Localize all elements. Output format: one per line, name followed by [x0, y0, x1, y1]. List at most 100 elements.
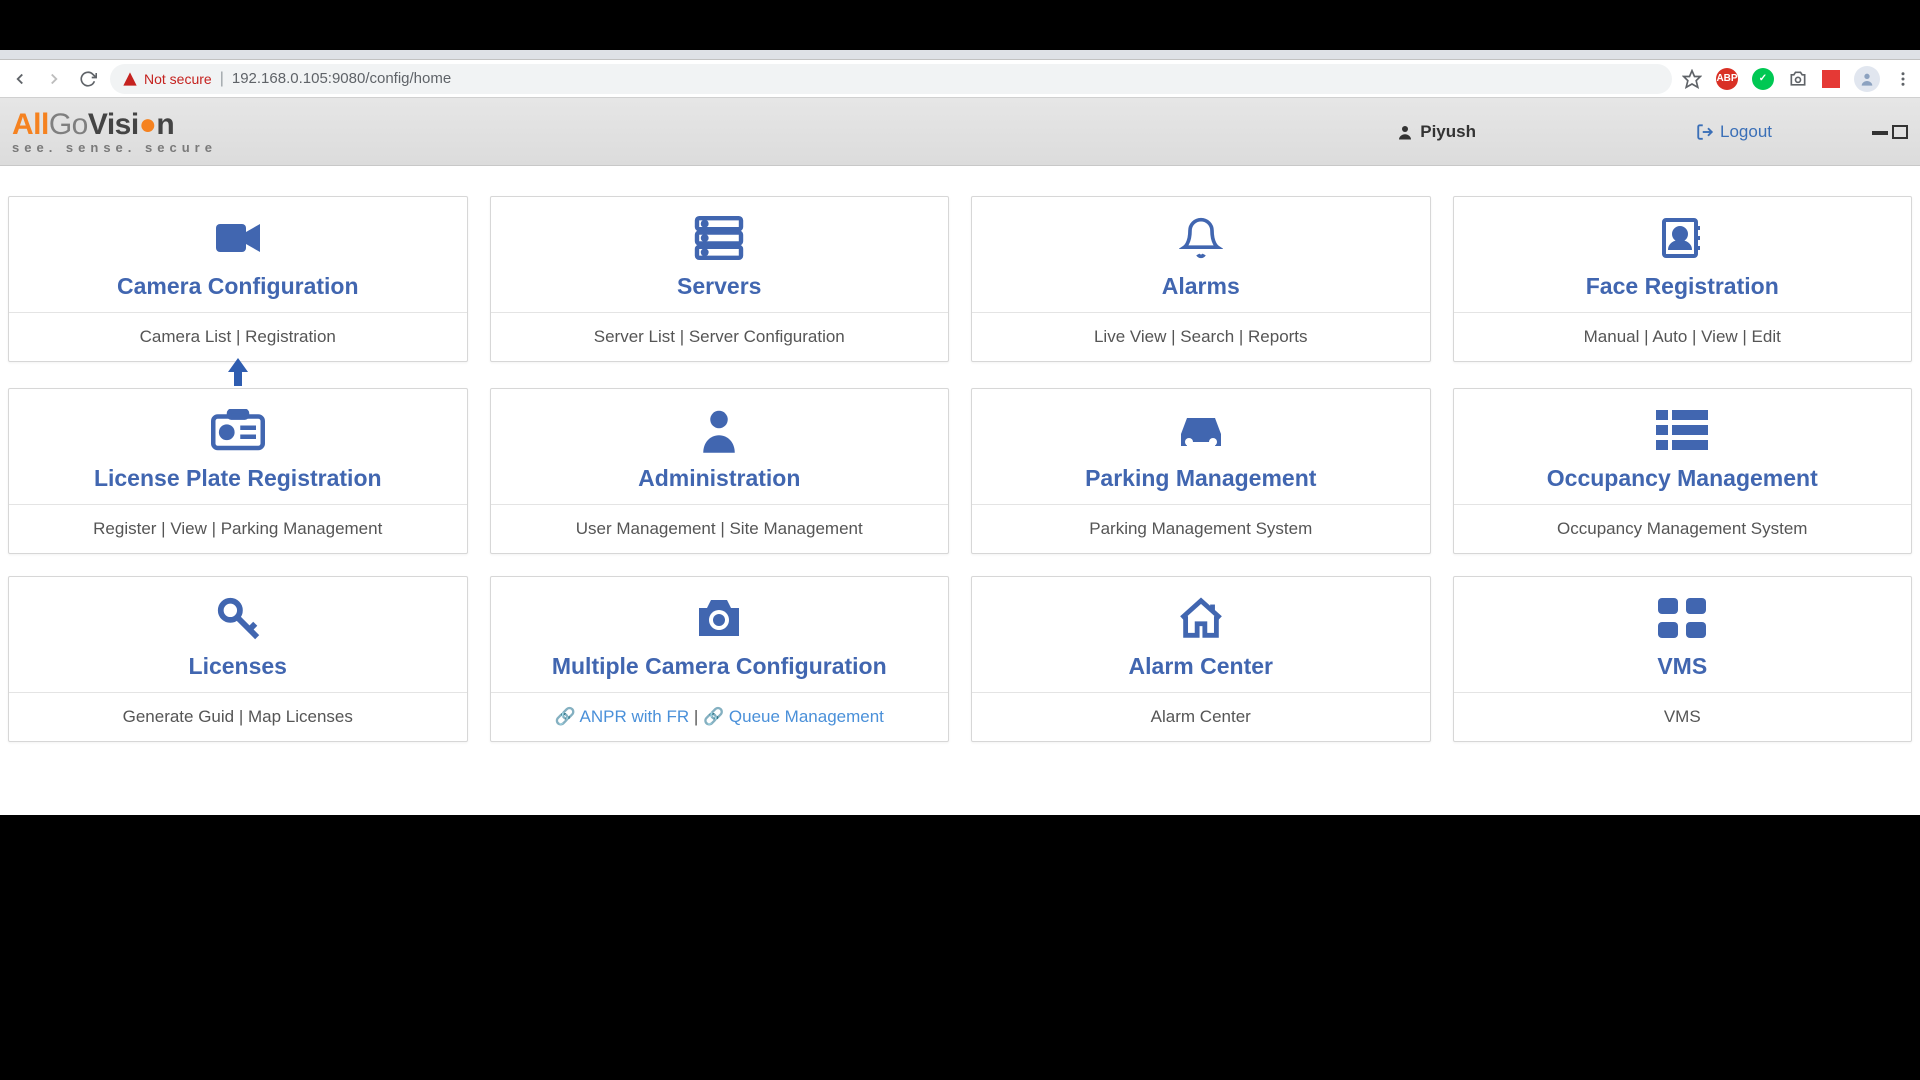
card-subtitle: 🔗 ANPR with FR | 🔗 Queue Management — [491, 693, 949, 741]
extension-camera-icon[interactable] — [1788, 69, 1808, 89]
star-icon[interactable] — [1682, 69, 1702, 89]
card-subtitle: Live View | Search | Reports — [972, 313, 1430, 361]
card-subtitle: Manual | Auto | View | Edit — [1454, 313, 1912, 361]
card-top[interactable]: VMS — [1454, 577, 1912, 693]
not-secure-label: Not secure — [144, 71, 212, 87]
security-indicator: Not secure — [122, 71, 212, 87]
id-card-icon — [211, 405, 265, 455]
card-subtitle: Alarm Center — [972, 693, 1430, 741]
card-multiple-camera-configuration[interactable]: Multiple Camera Configuration 🔗 ANPR wit… — [490, 576, 950, 742]
letterbox-bottom — [0, 815, 1920, 1080]
card-subtitle: Server List | Server Configuration — [491, 313, 949, 361]
card-alarm-center[interactable]: Alarm Center Alarm Center — [971, 576, 1431, 742]
extension-abp-icon[interactable]: ABP — [1716, 68, 1738, 90]
card-title: Servers — [677, 273, 761, 300]
card-top[interactable]: Alarms — [972, 197, 1430, 313]
link-icon: 🔗 — [703, 707, 724, 726]
card-face-registration[interactable]: Face Registration Manual | Auto | View |… — [1453, 196, 1913, 362]
logo[interactable]: AllGoVisi●n see. sense. secure — [12, 108, 217, 155]
card-alarms[interactable]: Alarms Live View | Search | Reports — [971, 196, 1431, 362]
back-button[interactable] — [8, 67, 32, 91]
card-subtitle: Register | View | Parking Management — [9, 505, 467, 553]
url-text: 192.168.0.105:9080/config/home — [232, 70, 451, 87]
camera-icon — [692, 593, 746, 643]
maximize-button[interactable] — [1892, 125, 1908, 139]
server-icon — [692, 213, 746, 263]
arrow-up-icon — [226, 358, 250, 386]
logo-main: AllGoVisi●n — [12, 108, 217, 142]
main-content: Camera Configuration Camera List | Regis… — [0, 166, 1920, 742]
card-title: License Plate Registration — [94, 465, 382, 492]
dashboard-grid: Camera Configuration Camera List | Regis… — [8, 196, 1912, 742]
extension-red-icon[interactable] — [1822, 70, 1840, 88]
list-icon — [1656, 405, 1708, 455]
card-camera-configuration[interactable]: Camera Configuration Camera List | Regis… — [8, 196, 468, 362]
card-title: Face Registration — [1586, 273, 1779, 300]
card-top[interactable]: Servers — [491, 197, 949, 313]
logout-icon — [1696, 123, 1714, 141]
user-icon — [1396, 123, 1414, 141]
card-subtitle: Generate Guid | Map Licenses — [9, 693, 467, 741]
card-licenses[interactable]: Licenses Generate Guid | Map Licenses — [8, 576, 468, 742]
logo-tagline: see. sense. secure — [12, 140, 217, 155]
window-controls — [1872, 125, 1908, 139]
key-icon — [215, 593, 261, 643]
user-name: Piyush — [1420, 122, 1476, 142]
contact-card-icon — [1658, 213, 1706, 263]
card-title: Parking Management — [1085, 465, 1316, 492]
link-queue[interactable]: Queue Management — [729, 707, 884, 726]
card-title: VMS — [1657, 653, 1707, 680]
logout-label: Logout — [1720, 122, 1772, 142]
card-top[interactable]: License Plate Registration — [9, 389, 467, 505]
card-title: Administration — [638, 465, 800, 492]
user-indicator[interactable]: Piyush — [1396, 122, 1476, 142]
card-top[interactable]: Multiple Camera Configuration — [491, 577, 949, 693]
card-subtitle: VMS — [1454, 693, 1912, 741]
app-header: AllGoVisi●n see. sense. secure Piyush Lo… — [0, 98, 1920, 166]
bell-icon — [1179, 213, 1223, 263]
card-title: Licenses — [189, 653, 287, 680]
grid-icon — [1658, 593, 1706, 643]
browser-menu-icon[interactable] — [1894, 70, 1912, 88]
card-license-plate-registration[interactable]: License Plate Registration Register | Vi… — [8, 388, 468, 554]
card-title: Alarms — [1162, 273, 1240, 300]
forward-button[interactable] — [42, 67, 66, 91]
browser-tab-strip — [0, 50, 1920, 60]
card-parking-management[interactable]: Parking Management Parking Management Sy… — [971, 388, 1431, 554]
card-title: Camera Configuration — [117, 273, 359, 300]
home-icon — [1176, 593, 1226, 643]
card-top[interactable]: Camera Configuration — [9, 197, 467, 313]
letterbox-top — [0, 0, 1920, 50]
link-icon: 🔗 — [555, 707, 576, 726]
card-top[interactable]: Occupancy Management — [1454, 389, 1912, 505]
card-servers[interactable]: Servers Server List | Server Configurati… — [490, 196, 950, 362]
card-occupancy-management[interactable]: Occupancy Management Occupancy Managemen… — [1453, 388, 1913, 554]
video-camera-icon — [213, 213, 263, 263]
card-title: Alarm Center — [1129, 653, 1273, 680]
card-top[interactable]: Administration — [491, 389, 949, 505]
card-top[interactable]: Alarm Center — [972, 577, 1430, 693]
minimize-button[interactable] — [1872, 131, 1888, 135]
reload-button[interactable] — [76, 67, 100, 91]
link-anpr[interactable]: ANPR with FR — [580, 707, 690, 726]
browser-toolbar: Not secure | 192.168.0.105:9080/config/h… — [0, 60, 1920, 98]
card-subtitle: Camera List | Registration — [9, 313, 467, 361]
card-subtitle: User Management | Site Management — [491, 505, 949, 553]
profile-avatar[interactable] — [1854, 66, 1880, 92]
card-subtitle: Parking Management System — [972, 505, 1430, 553]
car-icon — [1173, 405, 1229, 455]
address-bar[interactable]: Not secure | 192.168.0.105:9080/config/h… — [110, 64, 1672, 94]
separator: | — [694, 707, 703, 726]
extension-green-icon[interactable]: ✓ — [1752, 68, 1774, 90]
user-icon — [698, 405, 740, 455]
card-administration[interactable]: Administration User Management | Site Ma… — [490, 388, 950, 554]
card-title: Multiple Camera Configuration — [552, 653, 887, 680]
card-top[interactable]: Face Registration — [1454, 197, 1912, 313]
card-title: Occupancy Management — [1547, 465, 1818, 492]
logout-button[interactable]: Logout — [1696, 122, 1772, 142]
card-top[interactable]: Licenses — [9, 577, 467, 693]
toolbar-right: ABP ✓ — [1682, 66, 1912, 92]
card-subtitle: Occupancy Management System — [1454, 505, 1912, 553]
card-vms[interactable]: VMS VMS — [1453, 576, 1913, 742]
card-top[interactable]: Parking Management — [972, 389, 1430, 505]
